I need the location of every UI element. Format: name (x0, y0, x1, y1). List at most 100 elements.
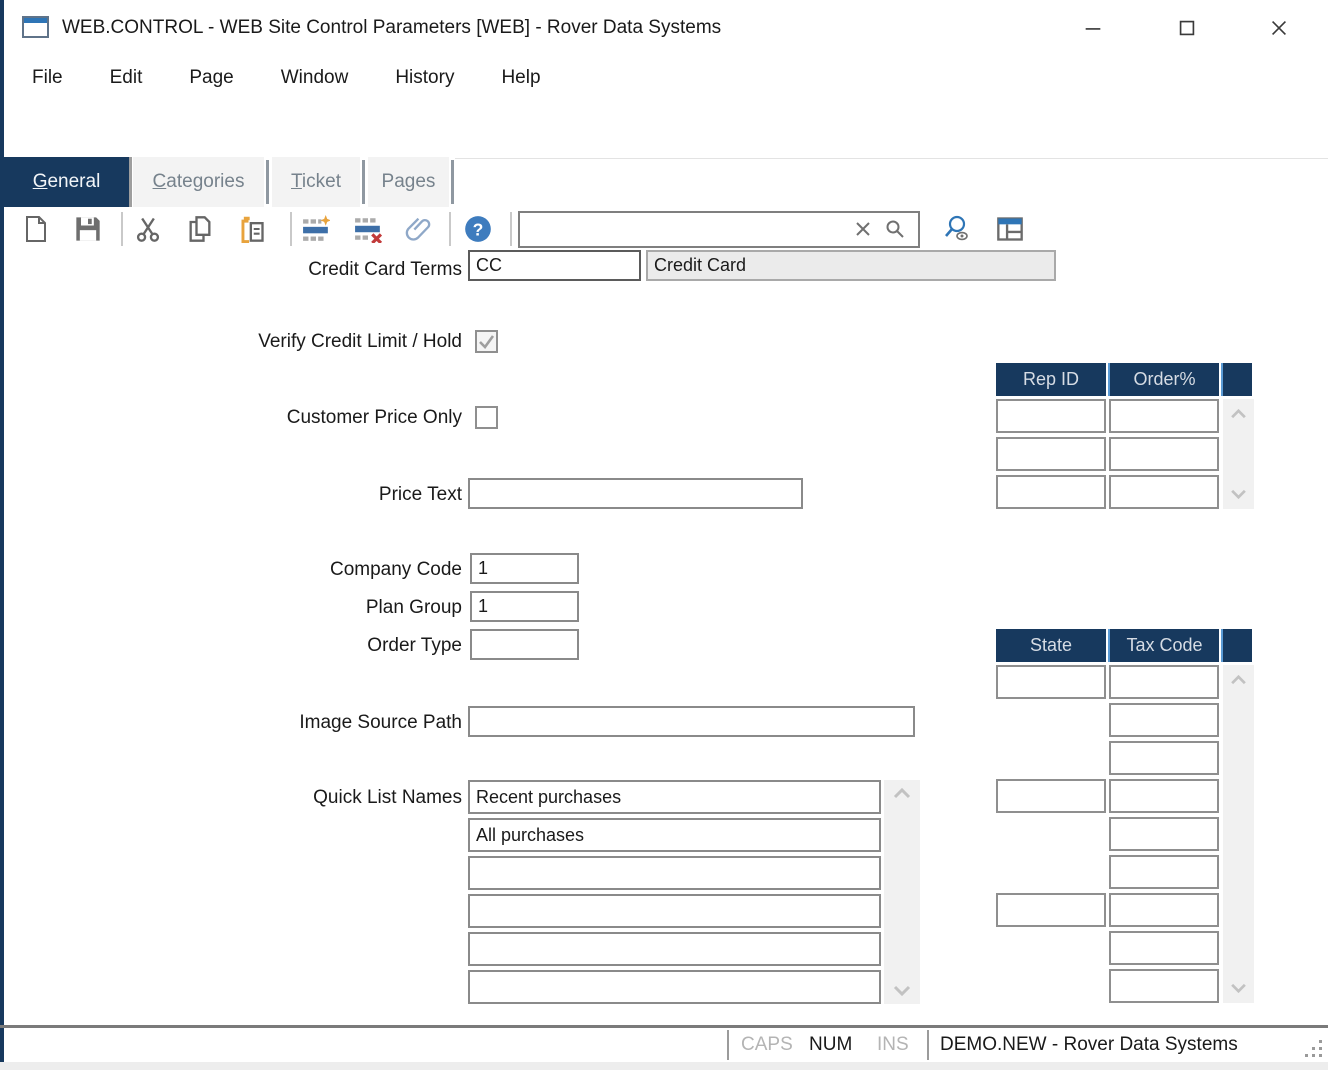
order-type-label: Order Type (40, 630, 462, 661)
tax-code-cell[interactable] (1109, 893, 1219, 927)
verify-credit-limit-label: Verify Credit Limit / Hold (40, 330, 462, 353)
tax-code-cell[interactable] (1109, 741, 1219, 775)
credit-card-terms-input[interactable] (468, 250, 641, 281)
application-window: WEB.CONTROL - WEB Site Control Parameter… (0, 0, 1328, 1070)
tab-ticket[interactable]: Ticket (272, 157, 360, 207)
status-num: NUM (809, 1028, 852, 1062)
window-layout-button[interactable] (992, 212, 1028, 246)
menu-help[interactable]: Help (497, 63, 544, 93)
quick-list-row[interactable] (468, 780, 881, 814)
close-button[interactable] (1256, 0, 1302, 55)
status-divider (927, 1030, 929, 1060)
scroll-down-icon[interactable] (893, 985, 911, 996)
toolbar-separator (510, 212, 512, 246)
quick-list-row[interactable] (468, 894, 881, 928)
delete-row-button[interactable] (350, 212, 386, 246)
scroll-down-icon[interactable] (1230, 983, 1247, 993)
cut-button[interactable] (130, 212, 166, 246)
tab-pages[interactable]: Pages (368, 157, 449, 207)
tax-code-cell[interactable] (1109, 855, 1219, 889)
status-caps: CAPS (741, 1028, 793, 1062)
credit-card-terms-label: Credit Card Terms (40, 254, 462, 285)
price-text-label: Price Text (40, 479, 462, 510)
menu-window[interactable]: Window (277, 63, 353, 93)
copy-icon (186, 215, 214, 243)
scroll-down-icon[interactable] (1230, 489, 1247, 499)
plan-group-input[interactable] (470, 591, 579, 622)
order-pct-cell[interactable] (1109, 437, 1219, 471)
order-pct-cell[interactable] (1109, 399, 1219, 433)
tab-separator (451, 160, 454, 204)
maximize-button[interactable] (1164, 0, 1210, 55)
minimize-button[interactable] (1070, 0, 1116, 55)
minimize-icon (1082, 17, 1104, 39)
rep-id-cell[interactable] (996, 437, 1106, 471)
customer-price-only-checkbox[interactable] (475, 406, 498, 429)
paste-button[interactable] (234, 212, 270, 246)
clear-search-icon[interactable] (854, 220, 872, 238)
image-source-path-input[interactable] (468, 706, 915, 737)
window-bottom-edge (0, 1062, 1328, 1070)
paste-icon (238, 215, 266, 243)
quick-list-names-label: Quick List Names (40, 781, 462, 815)
tax-code-cell[interactable] (1109, 931, 1219, 965)
state-cell[interactable] (996, 779, 1106, 813)
image-source-path-label: Image Source Path (40, 707, 462, 738)
verify-credit-limit-checkbox[interactable] (475, 330, 498, 353)
rep-table: Rep ID Order% (996, 363, 1254, 513)
state-cell[interactable] (996, 665, 1106, 699)
window-title: WEB.CONTROL - WEB Site Control Parameter… (62, 0, 721, 55)
tax-code-cell[interactable] (1109, 969, 1219, 1003)
scroll-up-icon[interactable] (1230, 409, 1247, 419)
menu-file[interactable]: File (28, 63, 67, 93)
resize-grip[interactable] (1304, 1040, 1322, 1058)
tab-categories[interactable]: Categories (133, 157, 264, 207)
paperclip-icon (405, 215, 433, 243)
attach-button[interactable] (401, 212, 437, 246)
tax-code-cell[interactable] (1109, 703, 1219, 737)
insert-row-button[interactable] (298, 212, 334, 246)
rep-id-cell[interactable] (996, 475, 1106, 509)
window-layout-icon (996, 215, 1024, 243)
tax-table-scrollbar[interactable] (1223, 665, 1254, 1003)
help-button[interactable]: ? (460, 212, 496, 246)
status-ins: INS (877, 1028, 909, 1062)
quick-list-row[interactable] (468, 856, 881, 890)
quick-list-row[interactable] (468, 970, 881, 1004)
menu-edit[interactable]: Edit (106, 63, 147, 93)
tax-code-cell[interactable] (1109, 817, 1219, 851)
new-document-button[interactable] (18, 212, 54, 246)
tax-scroll-header (1221, 629, 1252, 662)
order-type-input[interactable] (470, 629, 579, 660)
credit-card-terms-description (646, 250, 1056, 281)
customer-price-only-label: Customer Price Only (40, 406, 462, 429)
company-code-input[interactable] (470, 553, 579, 584)
cut-icon (134, 215, 162, 243)
price-text-input[interactable] (468, 478, 803, 509)
rep-id-cell[interactable] (996, 399, 1106, 433)
tab-pages-label: Pages (368, 157, 449, 207)
order-pct-cell[interactable] (1109, 475, 1219, 509)
search-preview-button[interactable] (938, 212, 974, 246)
scroll-up-icon[interactable] (1230, 675, 1247, 685)
save-button[interactable] (70, 212, 106, 246)
tax-code-cell[interactable] (1109, 665, 1219, 699)
quick-list-row[interactable] (468, 818, 881, 852)
tab-general[interactable]: General (4, 157, 129, 207)
search-icon[interactable] (884, 218, 906, 240)
tax-code-cell[interactable] (1109, 779, 1219, 813)
state-cell[interactable] (996, 893, 1106, 927)
menu-bar: File Edit Page Window History Help (4, 55, 1328, 101)
quick-list-scrollbar[interactable] (884, 780, 920, 1004)
rep-table-scrollbar[interactable] (1223, 399, 1254, 509)
state-header: State (996, 629, 1106, 662)
toolbar-separator (449, 212, 451, 246)
company-code-label: Company Code (40, 554, 462, 585)
menu-page[interactable]: Page (185, 63, 237, 93)
scroll-up-icon[interactable] (893, 788, 911, 799)
menu-history[interactable]: History (391, 63, 458, 93)
insert-row-icon (302, 215, 330, 243)
copy-button[interactable] (182, 212, 218, 246)
quick-list-row[interactable] (468, 932, 881, 966)
checkmark-icon (477, 332, 496, 351)
